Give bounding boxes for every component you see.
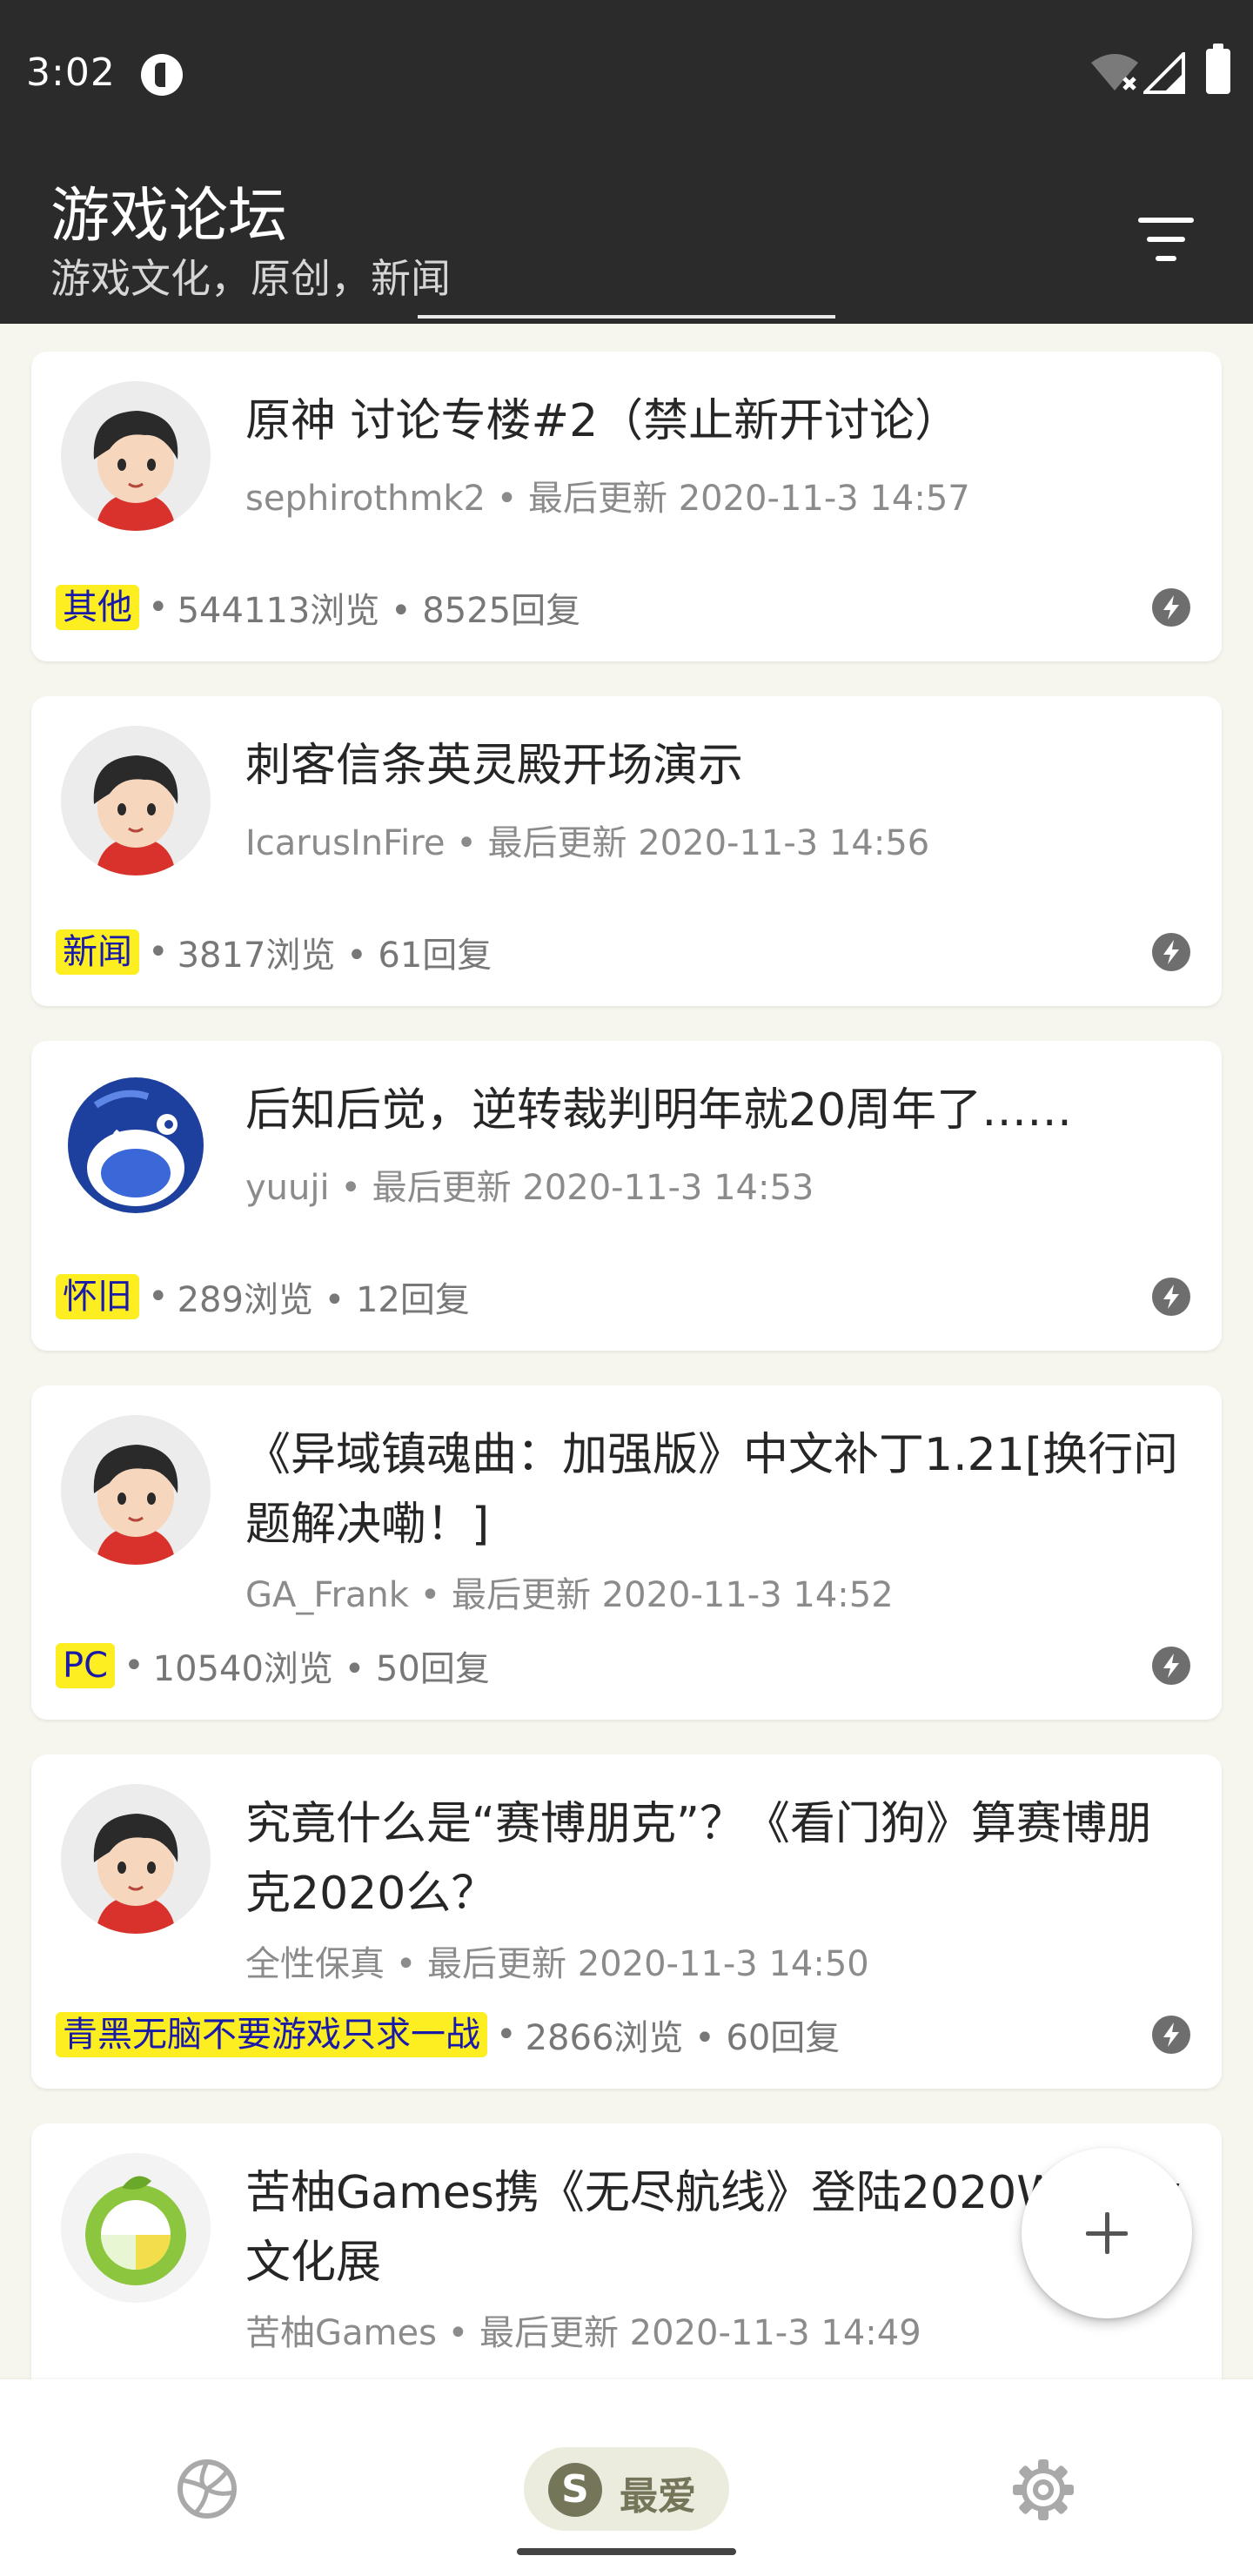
post-stats: 3817浏览 • 61回复 [177, 936, 492, 976]
post-card[interactable]: 原神 讨论专楼#2（禁止新开讨论） sephirothmk2 • 最后更新 20… [31, 352, 1222, 661]
meta-separator: • [395, 1944, 417, 1984]
status-bar: 3:02 [0, 0, 1253, 148]
avatar[interactable] [61, 1784, 211, 1934]
post-author[interactable]: GA_Frank [245, 1575, 409, 1615]
post-title[interactable]: 《异域镇魂曲：加强版》中文补丁1.21[换行问题解决嘞！] [245, 1420, 1185, 1560]
post-stats: 289浏览 • 12回复 [177, 1280, 470, 1320]
filter-icon[interactable] [1131, 209, 1201, 270]
notification-app-icon [141, 54, 183, 96]
bolt-icon[interactable] [1152, 588, 1190, 627]
add-post-button[interactable] [1022, 2148, 1192, 2318]
post-updated: 最后更新 2020-11-3 14:56 [487, 823, 930, 863]
post-card[interactable]: 究竟什么是“赛博朋克”？《看门狗》算赛博朋克2020么？ 全性保真 • 最后更新… [31, 1754, 1222, 2089]
wifi-icon [1091, 54, 1138, 91]
bolt-icon[interactable] [1152, 933, 1190, 971]
post-card[interactable]: 后知后觉，逆转裁判明年就20周年了…… yuuji • 最后更新 2020-11… [31, 1041, 1222, 1351]
stats-separator: • [148, 932, 169, 972]
page-title: 游戏论坛 [50, 182, 288, 251]
bolt-icon[interactable] [1152, 1647, 1190, 1685]
post-meta: 苦柚Games • 最后更新 2020-11-3 14:49 [245, 2304, 921, 2355]
cartoon-boy-avatar [61, 1784, 211, 1934]
post-title[interactable]: 后知后觉，逆转裁判明年就20周年了…… [245, 1076, 1185, 1145]
post-meta: sephirothmk2 • 最后更新 2020-11-3 14:57 [245, 470, 970, 520]
post-meta: GA_Frank • 最后更新 2020-11-3 14:52 [245, 1566, 894, 1617]
cartoon-boy-avatar [61, 1415, 211, 1565]
app-header: 3:02 游戏论坛 游戏文化，原创，新闻 [0, 0, 1253, 324]
post-author[interactable]: 全性保真 [245, 1944, 385, 1984]
category-tag[interactable]: PC [56, 1643, 116, 1688]
nav-item-favorites[interactable]: S 最爱 [524, 2447, 729, 2531]
post-updated: 最后更新 2020-11-3 14:53 [372, 1168, 814, 1208]
page-subtitle: 游戏文化，原创，新闻 [50, 255, 451, 302]
avatar[interactable] [61, 1415, 211, 1565]
stats-separator: • [124, 1646, 144, 1686]
s-badge-icon: S [548, 2463, 602, 2517]
category-tag[interactable]: 青黑无脑不要游戏只求一战 [56, 2012, 487, 2057]
meta-separator: • [456, 823, 477, 863]
post-footer: 怀旧 • 289浏览 • 12回复 [56, 1272, 470, 1321]
post-card[interactable]: 刺客信条英灵殿开场演示 IcarusInFire • 最后更新 2020-11-… [31, 696, 1222, 1006]
signal-icon [1143, 52, 1185, 94]
stats-separator: • [496, 2015, 517, 2055]
category-tag[interactable]: 其他 [56, 585, 139, 630]
post-card[interactable]: 《异域镇魂曲：加强版》中文补丁1.21[换行问题解决嘞！] GA_Frank •… [31, 1385, 1222, 1720]
post-updated: 最后更新 2020-11-3 14:57 [528, 479, 970, 519]
stats-separator: • [148, 587, 169, 627]
category-tag[interactable]: 新闻 [56, 929, 139, 975]
post-meta: yuuji • 最后更新 2020-11-3 14:53 [245, 1159, 814, 1210]
post-title[interactable]: 刺客信条英灵殿开场演示 [245, 731, 1185, 801]
post-stats: 10540浏览 • 50回复 [152, 1649, 490, 1689]
category-tag[interactable]: 怀旧 [56, 1274, 139, 1319]
avatar[interactable] [61, 381, 211, 531]
gesture-bar [517, 2548, 736, 2555]
blue-penguin-avatar [61, 1070, 211, 1220]
avatar[interactable] [61, 1070, 211, 1220]
gear-icon[interactable] [1011, 2458, 1075, 2522]
post-footer: PC • 10540浏览 • 50回复 [56, 1641, 490, 1690]
status-time: 3:02 [26, 50, 116, 95]
post-footer: 其他 • 544113浏览 • 8525回复 [56, 583, 580, 632]
avatar[interactable] [61, 726, 211, 875]
post-author[interactable]: 苦柚Games [245, 2313, 437, 2353]
nav-item-label: 最爱 [620, 2474, 696, 2519]
post-title[interactable]: 究竟什么是“赛博朋克”？《看门狗》算赛博朋克2020么？ [245, 1789, 1185, 1929]
cartoon-boy-avatar [61, 381, 211, 531]
stats-separator: • [148, 1277, 169, 1317]
post-author[interactable]: IcarusInFire [245, 823, 445, 863]
post-updated: 最后更新 2020-11-3 14:49 [479, 2313, 921, 2353]
post-author[interactable]: sephirothmk2 [245, 479, 486, 519]
bolt-icon[interactable] [1152, 2016, 1190, 2054]
post-stats: 544113浏览 • 8525回复 [177, 591, 581, 631]
cartoon-boy-avatar [61, 726, 211, 875]
post-meta: 全性保真 • 最后更新 2020-11-3 14:50 [245, 1935, 869, 1986]
post-title[interactable]: 原神 讨论专楼#2（禁止新开讨论） [245, 386, 1185, 456]
bottom-navigation: S 最爱 [0, 2379, 1253, 2576]
avatar[interactable] [61, 2153, 211, 2303]
volleyball-icon[interactable] [176, 2458, 238, 2520]
post-updated: 最后更新 2020-11-3 14:50 [427, 1944, 869, 1984]
subtitle-underline [418, 315, 835, 319]
meta-separator: • [340, 1168, 361, 1208]
meta-separator: • [496, 479, 518, 519]
post-updated: 最后更新 2020-11-3 14:52 [451, 1575, 894, 1615]
lime-logo-avatar [61, 2153, 211, 2303]
meta-separator: • [447, 2313, 469, 2353]
post-footer: 新闻 • 3817浏览 • 61回复 [56, 928, 492, 976]
battery-icon [1206, 44, 1230, 94]
bolt-icon[interactable] [1152, 1278, 1190, 1316]
post-author[interactable]: yuuji [245, 1168, 330, 1208]
post-footer: 青黑无脑不要游戏只求一战 • 2866浏览 • 60回复 [56, 2010, 840, 2059]
plus-icon-vertical [1105, 2212, 1109, 2254]
meta-separator: • [419, 1575, 441, 1615]
post-stats: 2866浏览 • 60回复 [525, 2018, 841, 2058]
post-meta: IcarusInFire • 最后更新 2020-11-3 14:56 [245, 815, 929, 865]
